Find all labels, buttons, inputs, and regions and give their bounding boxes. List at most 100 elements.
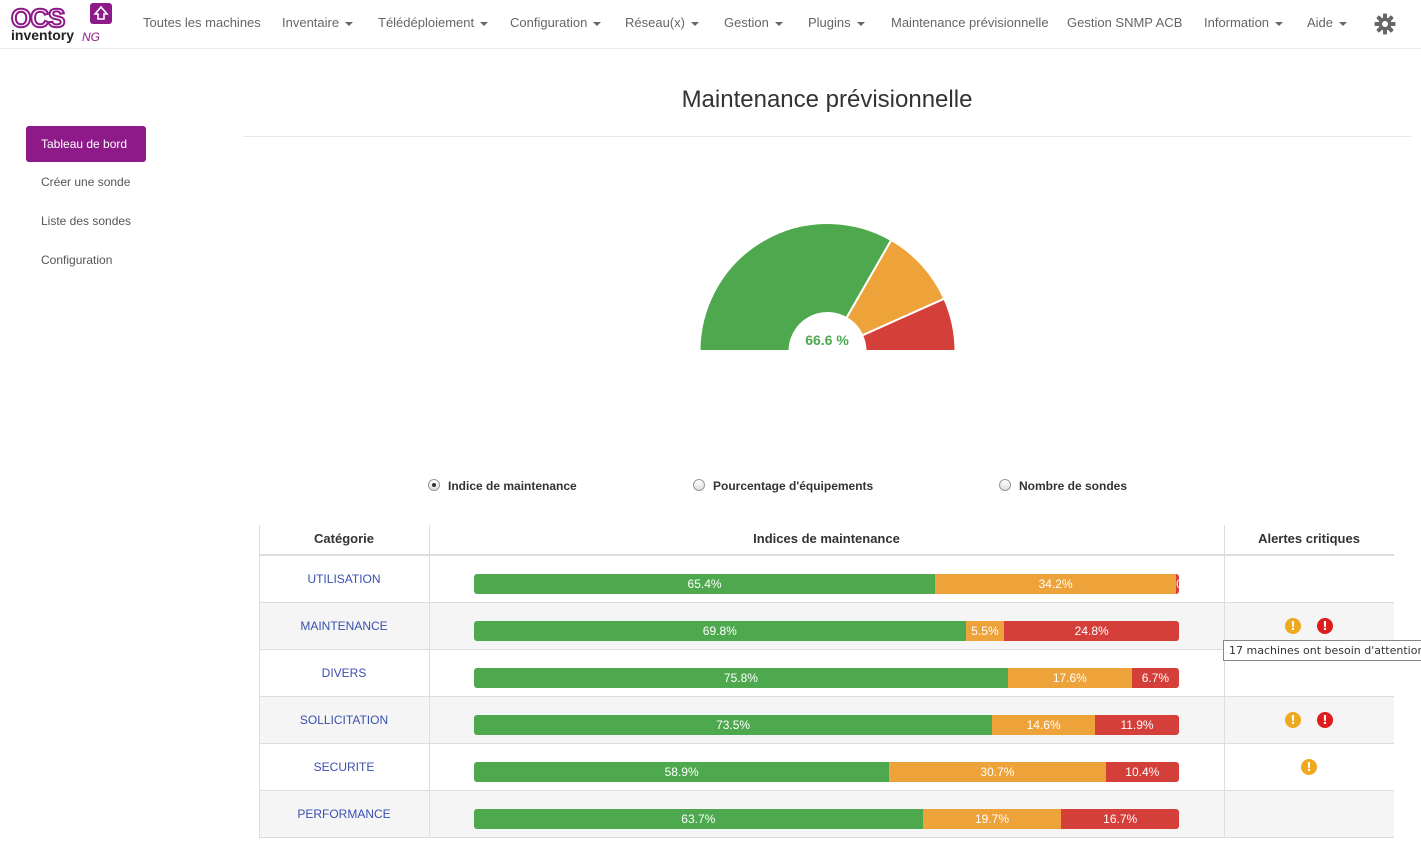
progress-segment-orange: 17.6% xyxy=(1007,668,1132,688)
radio-label: Nombre de sondes xyxy=(1019,479,1128,493)
warning-alert-icon[interactable]: ! xyxy=(1285,712,1301,728)
maintenance-progress-bar: 69.8% 5.5% 24.8% xyxy=(474,621,1179,641)
maintenance-progress-bar: 73.5% 14.6% 11.9% xyxy=(474,715,1179,735)
column-header-indices: Indices de maintenance xyxy=(753,531,900,546)
maintenance-progress-bar: 58.9% 30.7% 10.4% xyxy=(474,762,1179,782)
radio-nombre-de-sondes[interactable]: Nombre de sondes xyxy=(999,479,1127,497)
title-divider xyxy=(243,136,1411,137)
category-link[interactable]: DIVERS xyxy=(259,650,429,696)
nav-gestion-snmp-acb[interactable]: Gestion SNMP ACB xyxy=(1067,0,1182,46)
progress-segment-red: 11.9% xyxy=(1095,715,1179,735)
caret-down-icon xyxy=(345,21,354,26)
table-row: UTILISATION 65.4% 34.2% 0 xyxy=(259,556,1394,603)
category-link[interactable]: SOLLICITATION xyxy=(259,697,429,743)
nav-maintenance-previsionnelle[interactable]: Maintenance prévisionnelle xyxy=(891,0,1049,46)
progress-segment-orange: 5.5% xyxy=(965,621,1005,641)
radio-label: Pourcentage d'équipements xyxy=(713,479,874,493)
nav-information[interactable]: Information xyxy=(1204,0,1284,46)
progress-segment-green: 63.7% xyxy=(474,809,923,829)
top-navbar: OCS inventory NG Toutes les machines Inv… xyxy=(0,0,1421,49)
radio-indice-de-maintenance[interactable]: Indice de maintenance xyxy=(428,479,577,497)
sidebar-item-label: Configuration xyxy=(41,253,113,267)
nav-label: Information xyxy=(1204,15,1270,30)
caret-down-icon xyxy=(593,21,602,26)
nav-inventaire[interactable]: Inventaire xyxy=(282,0,354,46)
maintenance-progress-bar: 65.4% 34.2% 0 xyxy=(474,574,1179,594)
nav-configuration[interactable]: Configuration xyxy=(510,0,602,46)
critical-alert-icon[interactable]: ! xyxy=(1317,712,1333,728)
progress-segment-green: 58.9% xyxy=(474,762,890,782)
nav-label: Plugins xyxy=(808,15,851,30)
sidebar-item-label: Liste des sondes xyxy=(41,214,132,228)
sidebar-item-creer-une-sonde[interactable]: Créer une sonde xyxy=(26,164,146,200)
nav-label: Réseau(x) xyxy=(625,15,685,30)
critical-alert-icon[interactable]: ! xyxy=(1317,618,1333,634)
column-header-alertes: Alertes critiques xyxy=(1258,531,1360,546)
nav-aide[interactable]: Aide xyxy=(1307,0,1348,46)
category-link[interactable]: UTILISATION xyxy=(259,556,429,602)
gauge-value-label: 66.6 % xyxy=(805,332,849,348)
column-divider xyxy=(429,556,430,602)
warning-alert-icon[interactable]: ! xyxy=(1301,759,1317,775)
maintenance-progress-bar: 75.8% 17.6% 6.7% xyxy=(474,668,1179,688)
progress-segment-orange: 30.7% xyxy=(889,762,1106,782)
progress-segment-green: 73.5% xyxy=(474,715,993,735)
sidebar-item-configuration[interactable]: Configuration xyxy=(26,242,146,278)
nav-label: Aide xyxy=(1307,15,1334,30)
progress-segment-red: 24.8% xyxy=(1004,621,1179,641)
maintenance-progress-bar: 63.7% 19.7% 16.7% xyxy=(474,809,1179,829)
table-header: Catégorie Indices de maintenance Alertes… xyxy=(259,525,1394,556)
nav-teledeploiement[interactable]: Télédéploiement xyxy=(378,0,489,46)
nav-plugins[interactable]: Plugins xyxy=(808,0,865,46)
caret-down-icon xyxy=(690,21,699,26)
progress-segment-orange: 34.2% xyxy=(935,574,1177,594)
sidebar-item-liste-des-sondes[interactable]: Liste des sondes xyxy=(26,203,146,239)
column-divider xyxy=(429,650,430,696)
nav-reseaux[interactable]: Réseau(x) xyxy=(625,0,699,46)
progress-segment-green: 69.8% xyxy=(474,621,966,641)
caret-down-icon xyxy=(856,21,865,26)
caret-down-icon xyxy=(1275,21,1284,26)
caret-down-icon xyxy=(1339,21,1348,26)
svg-text:NG: NG xyxy=(82,30,100,44)
nav-label: Télédéploiement xyxy=(378,15,475,30)
nav-toutes-les-machines[interactable]: Toutes les machines xyxy=(143,0,261,46)
progress-segment-green: 75.8% xyxy=(474,668,1008,688)
radio-unchecked-icon xyxy=(693,479,705,491)
sidebar-item-label: Tableau de bord xyxy=(41,137,128,151)
category-link[interactable]: MAINTENANCE xyxy=(259,603,429,649)
nav-gestion[interactable]: Gestion xyxy=(724,0,783,46)
ocs-inventory-logo[interactable]: OCS inventory NG xyxy=(10,2,116,44)
progress-segment-red: 0 xyxy=(1176,574,1179,594)
radio-pourcentage-equipements[interactable]: Pourcentage d'équipements xyxy=(693,479,873,497)
progress-segment-red: 6.7% xyxy=(1131,668,1179,688)
nav-label: Toutes les machines xyxy=(143,15,261,30)
column-divider xyxy=(1224,791,1225,837)
radio-unchecked-icon xyxy=(999,479,1011,491)
radio-checked-icon xyxy=(428,479,440,491)
maintenance-table: Catégorie Indices de maintenance Alertes… xyxy=(259,525,1394,838)
radio-label: Indice de maintenance xyxy=(448,479,577,493)
table-row: SECURITE 58.9% 30.7% 10.4% ! xyxy=(259,744,1394,791)
sidebar-item-tableau-de-bord[interactable]: Tableau de bord xyxy=(26,126,146,162)
category-link[interactable]: PERFORMANCE xyxy=(259,791,429,837)
caret-down-icon xyxy=(480,21,489,26)
column-divider xyxy=(429,603,430,649)
column-divider xyxy=(429,525,430,554)
caret-down-icon xyxy=(774,21,783,26)
warning-alert-icon[interactable]: ! xyxy=(1285,618,1301,634)
table-row: PERFORMANCE 63.7% 19.7% 16.7% xyxy=(259,791,1394,838)
column-divider xyxy=(1224,697,1225,743)
category-link[interactable]: SECURITE xyxy=(259,744,429,790)
gear-icon[interactable] xyxy=(1373,12,1397,36)
progress-segment-red: 16.7% xyxy=(1061,809,1179,829)
progress-segment-green: 65.4% xyxy=(474,574,936,594)
page-title: Maintenance prévisionnelle xyxy=(681,86,973,113)
column-divider xyxy=(1224,556,1225,602)
alert-tooltip: 17 machines ont besoin d'attention xyxy=(1223,640,1421,661)
sidebar-item-label: Créer une sonde xyxy=(41,175,131,189)
nav-label: Gestion SNMP ACB xyxy=(1067,15,1183,30)
svg-text:inventory: inventory xyxy=(11,27,74,43)
progress-segment-red: 10.4% xyxy=(1105,762,1179,782)
column-divider xyxy=(259,525,260,554)
